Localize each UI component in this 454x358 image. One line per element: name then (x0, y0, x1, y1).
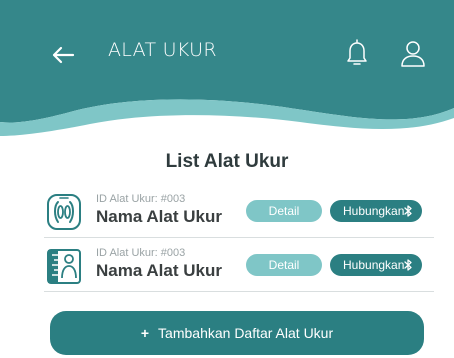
bluetooth-icon (404, 205, 412, 217)
bell-icon (347, 39, 367, 65)
user-icon (401, 41, 425, 67)
app-header: ALAT UKUR (0, 0, 454, 150)
connect-button-label: Hubungkan (343, 258, 405, 272)
profile-button[interactable] (398, 36, 428, 70)
height-scale-icon (44, 246, 84, 286)
add-device-button[interactable]: + Tambahkan Daftar Alat Ukur (50, 311, 424, 355)
connect-button-label: Hubungkan (343, 204, 405, 218)
device-name: Nama Alat Ukur (96, 261, 222, 280)
page-title: ALAT UKUR (108, 39, 217, 61)
body-scale-icon (44, 192, 84, 232)
device-id-label: ID Alat Ukur: #003 (96, 193, 186, 205)
row-divider (44, 237, 434, 238)
connect-button[interactable]: Hubungkan (330, 200, 422, 222)
back-button[interactable] (46, 38, 80, 72)
add-device-label: Tambahkan Daftar Alat Ukur (158, 325, 334, 341)
notification-button[interactable] (342, 36, 372, 70)
arrow-left-icon (52, 46, 75, 64)
list-item: ID Alat Ukur: #003 Nama Alat Ukur Detail… (44, 240, 438, 292)
detail-button[interactable]: Detail (246, 200, 322, 222)
device-id-label: ID Alat Ukur: #003 (96, 247, 186, 259)
list-item: ID Alat Ukur: #003 Nama Alat Ukur Detail… (44, 186, 438, 238)
connect-button[interactable]: Hubungkan (330, 254, 422, 276)
bluetooth-icon (404, 259, 412, 271)
plus-icon: + (140, 325, 150, 341)
device-name: Nama Alat Ukur (96, 207, 222, 226)
row-divider (44, 291, 434, 292)
detail-button[interactable]: Detail (246, 254, 322, 276)
list-title: List Alat Ukur (165, 151, 289, 172)
header-wave-background (0, 0, 454, 150)
